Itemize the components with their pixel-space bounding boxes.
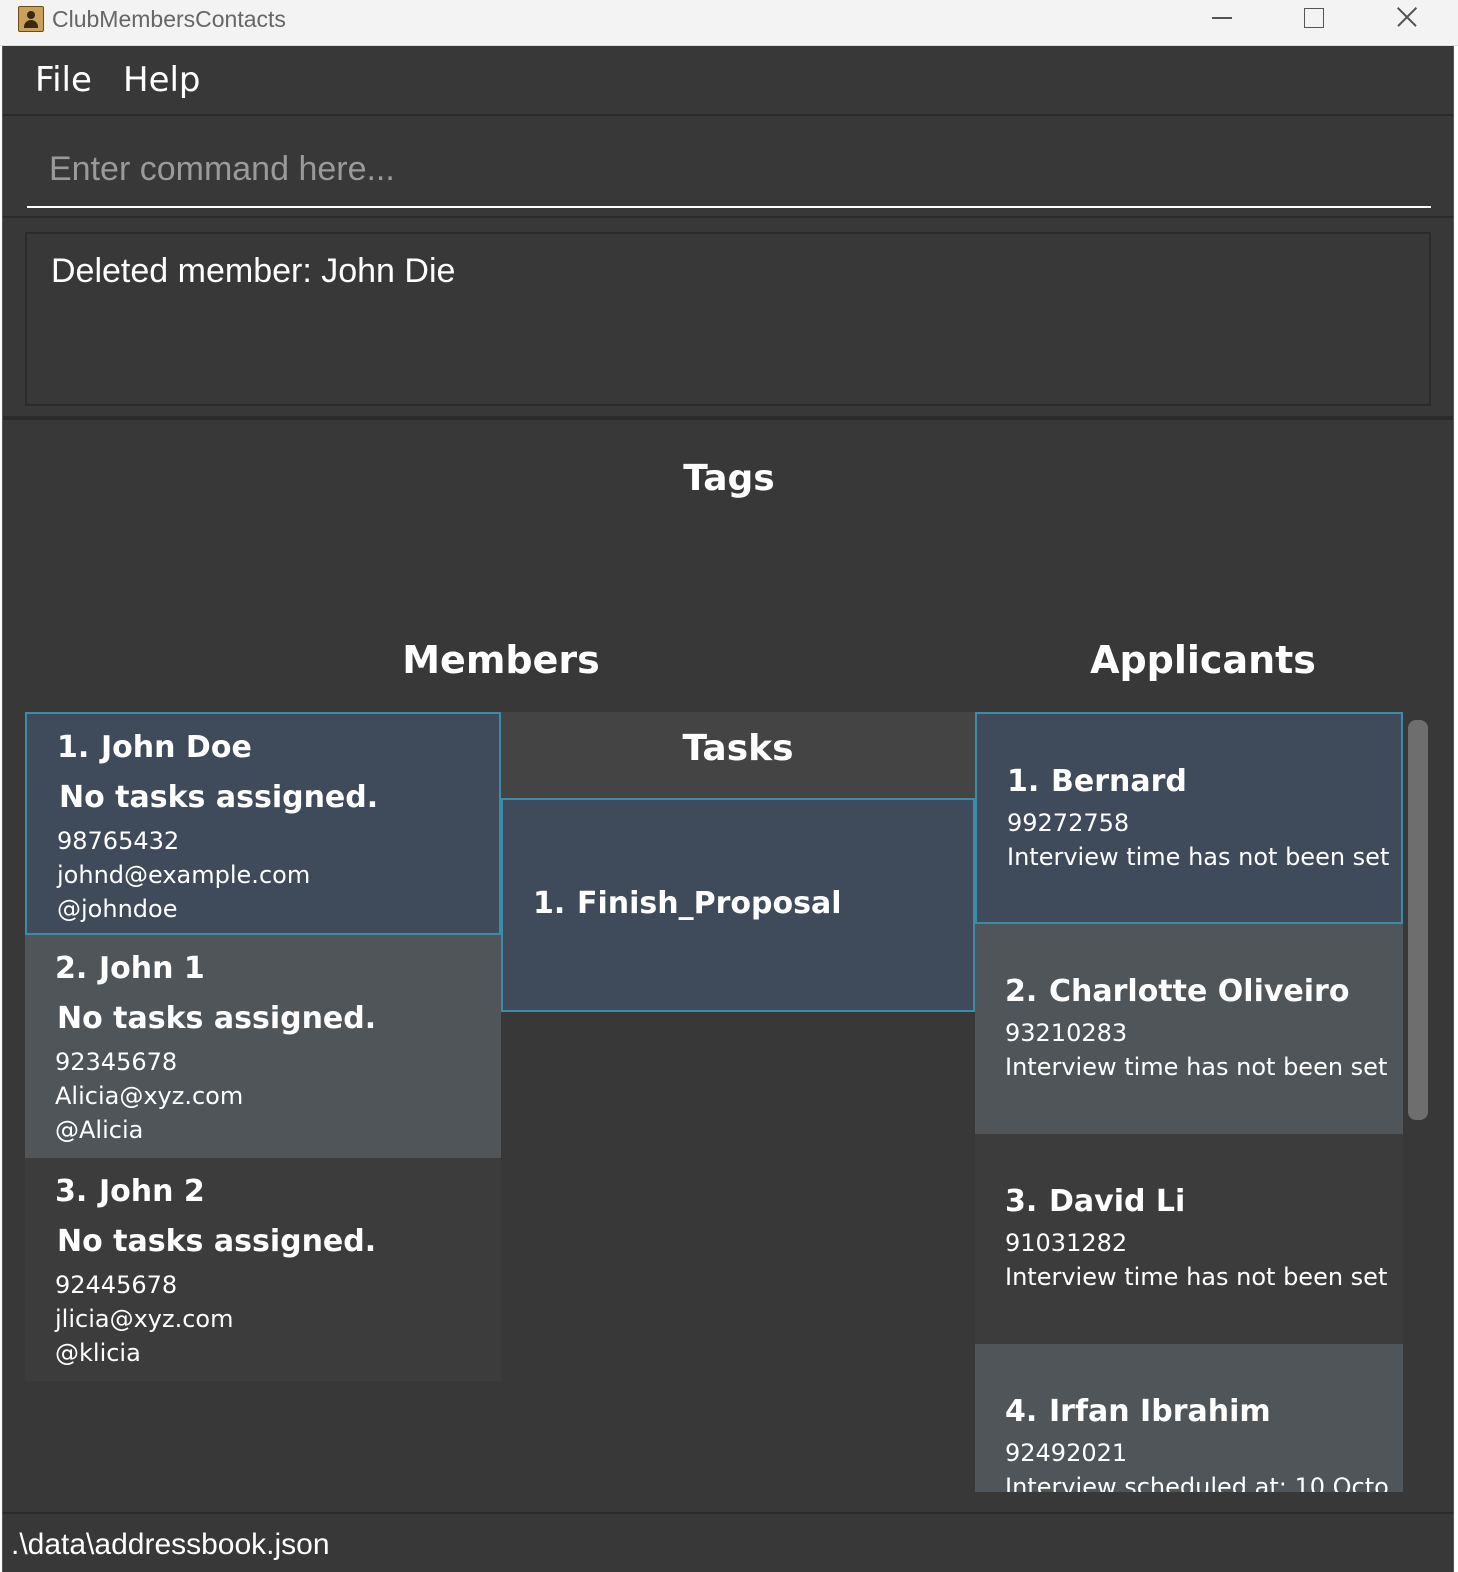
- close-icon[interactable]: [1360, 0, 1450, 38]
- applicant-name: 2. Charlotte Oliveiro: [1005, 974, 1350, 1009]
- member-card[interactable]: 2. John 1 No tasks assigned. 92345678 Ali…: [25, 935, 501, 1158]
- command-input[interactable]: [27, 132, 1431, 208]
- status-bar: .\data\addressbook.json: [3, 1512, 1453, 1572]
- window-title: ClubMembersContacts: [52, 6, 286, 32]
- member-telegram: @Alicia: [55, 1116, 144, 1144]
- task-name: 1. Finish_Proposal: [533, 886, 842, 921]
- applicant-interview: Interview time has not been set: [1005, 1263, 1388, 1291]
- applicant-interview: Interview scheduled at: 10 Octo: [1005, 1473, 1389, 1492]
- applicant-name: 4. Irfan Ibrahim: [1005, 1394, 1271, 1429]
- menu-file[interactable]: File: [35, 60, 92, 100]
- member-email: johnd@example.com: [57, 861, 311, 889]
- app-window: File Help Deleted member: John Die Tags …: [2, 46, 1454, 1572]
- menu-help[interactable]: Help: [123, 60, 201, 100]
- maximize-icon[interactable]: [1268, 0, 1358, 38]
- task-card[interactable]: 1. Finish_Proposal: [501, 800, 975, 1012]
- applicant-interview: Interview time has not been set: [1007, 843, 1390, 871]
- tags-heading: Tags: [683, 458, 775, 499]
- member-telegram: @johndoe: [57, 895, 178, 923]
- minimize-icon[interactable]: [1178, 0, 1268, 38]
- member-email: Alicia@xyz.com: [55, 1082, 244, 1110]
- member-tasks: No tasks assigned.: [57, 1224, 377, 1259]
- app-contacts-icon: [18, 6, 44, 32]
- member-phone: 98765432: [57, 827, 180, 855]
- member-name: 2. John 1: [55, 951, 205, 986]
- applicant-name: 1. Bernard: [1007, 764, 1187, 799]
- member-email: jlicia@xyz.com: [55, 1305, 234, 1333]
- members-heading: Members: [402, 638, 600, 682]
- member-name: 3. John 2: [55, 1174, 205, 1209]
- tasks-header: Tasks: [501, 712, 975, 800]
- applicant-card[interactable]: 1. Bernard 99272758 Interview time has no…: [975, 712, 1403, 924]
- result-message: Deleted member: John Die: [51, 252, 456, 290]
- applicant-phone: 93210283: [1005, 1019, 1128, 1047]
- scrollbar-thumb[interactable]: [1408, 720, 1428, 1120]
- window-titlebar: ClubMembersContacts: [0, 0, 1458, 46]
- tasks-heading: Tasks: [682, 728, 794, 769]
- member-tasks: No tasks assigned.: [59, 780, 379, 815]
- members-list: 1. John Doe No tasks assigned. 98765432 j…: [25, 712, 501, 1381]
- member-name: 1. John Doe: [57, 730, 252, 765]
- applicants-list: 1. Bernard 99272758 Interview time has no…: [975, 712, 1403, 1492]
- member-card[interactable]: 3. John 2 No tasks assigned. 92445678 jli…: [25, 1158, 501, 1381]
- section-divider: [3, 416, 1453, 420]
- member-card[interactable]: 1. John Doe No tasks assigned. 98765432 j…: [25, 712, 501, 935]
- menu-bar: File Help: [3, 46, 1453, 116]
- member-tasks: No tasks assigned.: [57, 1001, 377, 1036]
- member-phone: 92445678: [55, 1271, 178, 1299]
- applicant-name: 3. David Li: [1005, 1184, 1186, 1219]
- applicant-card[interactable]: 3. David Li 91031282 Interview time has n…: [975, 1134, 1403, 1344]
- applicant-interview: Interview time has not been set: [1005, 1053, 1388, 1081]
- status-file-path: .\data\addressbook.json: [11, 1528, 330, 1561]
- applicant-phone: 91031282: [1005, 1229, 1128, 1257]
- applicant-phone: 92492021: [1005, 1439, 1128, 1467]
- member-phone: 92345678: [55, 1048, 178, 1076]
- applicants-heading: Applicants: [1090, 638, 1316, 682]
- applicant-phone: 99272758: [1007, 809, 1130, 837]
- applicant-card[interactable]: 2. Charlotte Oliveiro 93210283 Interview …: [975, 924, 1403, 1134]
- applicant-card[interactable]: 4. Irfan Ibrahim 92492021 Interview sched…: [975, 1344, 1403, 1492]
- member-telegram: @klicia: [55, 1339, 141, 1367]
- result-display: Deleted member: John Die: [25, 232, 1431, 406]
- command-box: [3, 118, 1453, 218]
